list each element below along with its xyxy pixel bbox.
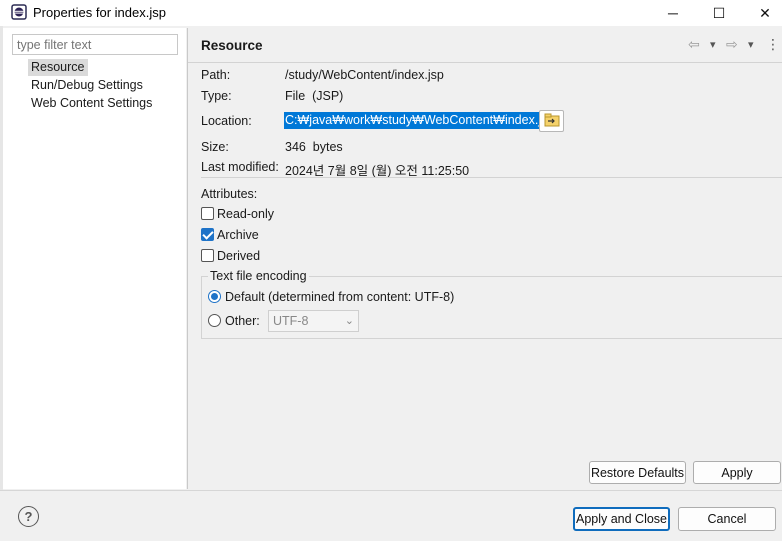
page-title: Resource <box>201 38 263 53</box>
text-file-encoding-legend: Text file encoding <box>208 269 309 283</box>
read-only-checkbox[interactable] <box>201 207 214 220</box>
path-label: Path: <box>201 68 231 82</box>
page-navigation: ⇦ ▾ ⇨ ▾ ⋮ <box>688 36 782 54</box>
type-value: File (JSP) <box>285 89 344 103</box>
derived-label[interactable]: Derived <box>217 249 260 263</box>
derived-checkbox[interactable] <box>201 249 214 262</box>
resource-page: Resource ⇦ ▾ ⇨ ▾ ⋮ Path: /study/WebConte… <box>187 28 782 489</box>
apply-and-close-button[interactable]: Apply and Close <box>573 507 670 531</box>
window-title: Properties for index.jsp <box>33 5 166 20</box>
back-dropdown-icon[interactable]: ▾ <box>710 38 716 51</box>
attributes-label: Attributes: <box>201 187 258 201</box>
property-page-tree-pane: Resource Run/Debug Settings Web Content … <box>3 28 186 489</box>
archive-label[interactable]: Archive <box>217 228 259 242</box>
filter-input[interactable] <box>12 34 178 55</box>
dialog-button-bar: ? Apply and Close Cancel <box>0 490 782 541</box>
location-value[interactable]: C:₩java₩work₩study₩WebContent₩index.jsp <box>284 112 556 129</box>
size-value: 346 bytes <box>285 140 343 154</box>
help-glyph: ? <box>24 509 33 524</box>
minimize-icon: ─ <box>668 5 678 21</box>
path-value: /study/WebContent/index.jsp <box>285 68 444 82</box>
minimize-button[interactable]: ─ <box>650 0 696 26</box>
size-label: Size: <box>201 140 229 154</box>
maximize-button[interactable]: ☐ <box>696 0 742 26</box>
close-button[interactable]: ✕ <box>742 0 782 26</box>
maximize-icon: ☐ <box>712 4 726 21</box>
restore-defaults-button[interactable]: Restore Defaults <box>589 461 686 484</box>
tree-item-run-debug-settings[interactable]: Run/Debug Settings <box>28 77 146 94</box>
archive-checkbox[interactable] <box>201 228 214 241</box>
forward-arrow-icon[interactable]: ⇨ <box>726 36 738 53</box>
header-separator <box>188 62 782 63</box>
location-label: Location: <box>201 114 252 128</box>
other-encoding-radio[interactable] <box>208 314 221 327</box>
last-modified-label: Last modified: <box>201 160 279 174</box>
close-icon: ✕ <box>759 4 771 21</box>
tree-item-resource[interactable]: Resource <box>28 59 88 76</box>
default-encoding-label[interactable]: Default (determined from content: UTF-8) <box>225 290 454 304</box>
show-in-explorer-button[interactable] <box>539 110 564 132</box>
tree-item-web-content-settings[interactable]: Web Content Settings <box>28 95 155 112</box>
apply-button[interactable]: Apply <box>693 461 781 484</box>
forward-dropdown-icon[interactable]: ▾ <box>748 38 754 51</box>
other-encoding-value: UTF-8 <box>273 314 309 328</box>
eclipse-icon <box>11 4 27 20</box>
section-separator <box>201 177 782 178</box>
read-only-label[interactable]: Read-only <box>217 207 274 221</box>
view-menu-icon[interactable]: ⋮ <box>766 36 780 53</box>
type-label: Type: <box>201 89 232 103</box>
other-encoding-label[interactable]: Other: <box>225 314 260 328</box>
open-folder-icon <box>544 113 560 130</box>
chevron-down-icon: ⌄ <box>344 315 354 327</box>
title-bar: Properties for index.jsp ─ ☐ ✕ <box>0 0 782 26</box>
help-icon[interactable]: ? <box>18 506 39 527</box>
cancel-button[interactable]: Cancel <box>678 507 776 531</box>
other-encoding-select[interactable]: UTF-8 ⌄ <box>268 310 359 332</box>
default-encoding-radio[interactable] <box>208 290 221 303</box>
back-arrow-icon[interactable]: ⇦ <box>688 36 700 53</box>
